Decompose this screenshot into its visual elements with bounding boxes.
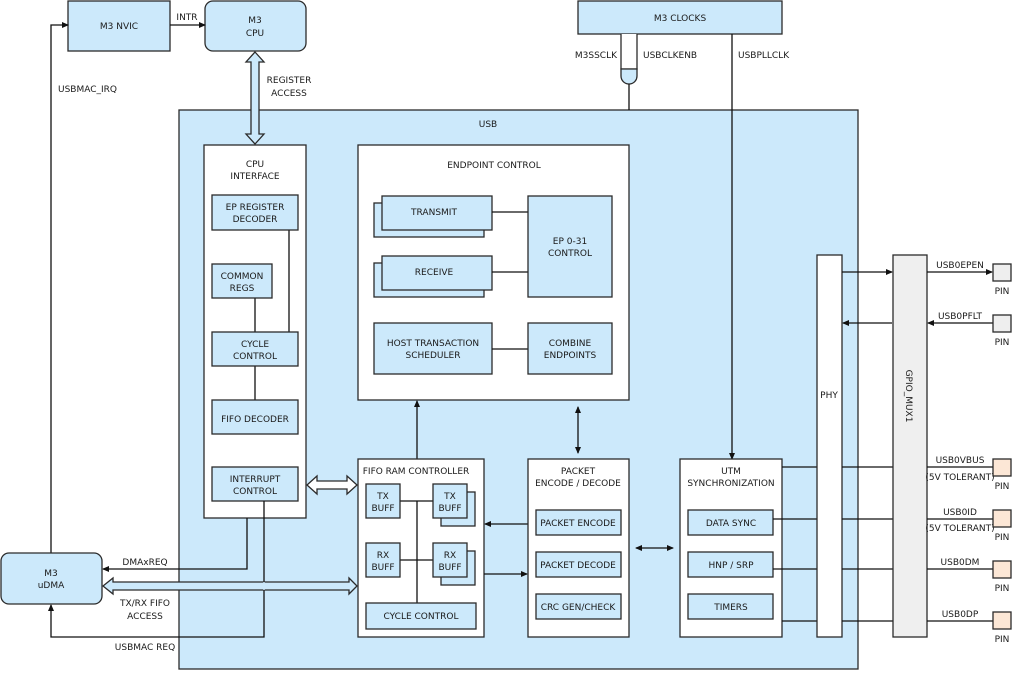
ep-control-label-1: EP 0-31 <box>553 237 587 247</box>
intr-label: INTR <box>176 13 197 23</box>
packet-title-2: ENCODE / DECODE <box>535 479 621 489</box>
cpu-interface-title-2: INTERFACE <box>230 172 279 182</box>
register-access-label-1: REGISTER <box>267 76 312 86</box>
combine-label-2: ENDPOINTS <box>544 351 597 361</box>
interrupt-control-label-2: CONTROL <box>233 487 277 497</box>
ep-register-decoder-label-1: EP REGISTER <box>226 203 285 213</box>
common-regs-label-2: REGS <box>230 284 255 294</box>
fifo-access-label-1: TX/RX FIFO <box>119 599 170 609</box>
pin-vbus-note: (5V TOLERANT) <box>925 473 994 483</box>
combine-label-1: COMBINE <box>549 339 592 349</box>
phy-label: PHY <box>820 391 838 401</box>
pin-pflt-signal: USB0PFLT <box>938 312 983 322</box>
fifo-decoder-label: FIFO DECODER <box>221 415 289 425</box>
pin-dp-pad <box>992 611 1012 630</box>
pin-dm-label: PIN <box>995 584 1010 594</box>
usb-title: USB <box>479 120 497 130</box>
cpu-interface-title-1: CPU <box>246 160 264 170</box>
tx-buff-2-label-2: BUFF <box>438 504 461 514</box>
host-sched-label-1: HOST TRANSACTION <box>387 339 479 349</box>
endpoint-control-title: ENDPOINT CONTROL <box>447 161 541 171</box>
usbmac-req-label: USBMAC REQ <box>115 643 175 653</box>
ep-register-decoder-label-2: DECODER <box>233 215 278 225</box>
rx-buff-1-label-2: BUFF <box>371 563 394 573</box>
pin-dm-signal: USB0DM <box>941 558 980 568</box>
pin-id-label: PIN <box>995 533 1010 543</box>
usbmac-irq-line <box>50 22 69 553</box>
data-sync-label: DATA SYNC <box>706 519 756 529</box>
pin-pflt-pad <box>992 314 1012 333</box>
hnp-srp-label: HNP / SRP <box>708 561 754 571</box>
phy-block <box>816 254 843 638</box>
gpio-mux1-label: GPIO_MUX1 <box>903 370 913 423</box>
tx-buff-1-label-1: TX <box>376 492 389 502</box>
m3-cpu-label-1: M3 <box>248 16 262 26</box>
pin-epen-label: PIN <box>995 287 1010 297</box>
crc-gen-check-label: CRC GEN/CHECK <box>541 603 617 613</box>
pin-id-pad <box>992 509 1012 528</box>
fifo-access-label-2: ACCESS <box>127 612 163 622</box>
usbmac-irq-label: USBMAC_IRQ <box>58 85 117 95</box>
m3-udma-label-2: uDMA <box>38 581 65 591</box>
ep-control-label-2: CONTROL <box>548 249 592 259</box>
m3-nvic-label: M3 NVIC <box>100 22 138 32</box>
fifo-ram-title: FIFO RAM CONTROLLER <box>363 467 470 477</box>
timers-label: TIMERS <box>713 603 748 613</box>
rx-buff-1-label-1: RX <box>377 551 389 561</box>
pin-pflt-label: PIN <box>995 338 1010 348</box>
cpu-cycle-control-label-2: CONTROL <box>233 352 277 362</box>
packet-title-1: PACKET <box>561 467 596 477</box>
m3-clocks-label: M3 CLOCKS <box>654 14 707 24</box>
packet-decode-label: PACKET DECODE <box>540 561 616 571</box>
tx-buff-1-label-2: BUFF <box>371 504 394 514</box>
common-regs-label-1: COMMON <box>221 272 264 282</box>
and-gate-body <box>620 68 638 85</box>
rx-buff-2-label-2: BUFF <box>438 563 461 573</box>
register-access-label-2: ACCESS <box>271 89 307 99</box>
pin-id-note: (5V TOLERANT) <box>925 524 994 534</box>
dmaxreq-label: DMAxREQ <box>122 558 167 568</box>
pin-dp-label: PIN <box>995 635 1010 645</box>
pin-vbus-label: PIN <box>995 482 1010 492</box>
pin-vbus-signal: USB0VBUS <box>936 456 985 466</box>
tx-buff-2-label-1: TX <box>443 492 456 502</box>
pin-vbus-pad <box>992 458 1012 477</box>
receive-label: RECEIVE <box>415 268 454 278</box>
gpio-mux1-block <box>892 254 928 638</box>
transmit-label: TRANSMIT <box>410 208 457 218</box>
interrupt-control-label-1: INTERRUPT <box>230 475 281 485</box>
host-sched-label-2: SCHEDULER <box>406 351 461 361</box>
usbpllclk-label: USBPLLCLK <box>738 51 790 61</box>
utm-title-1: UTM <box>721 467 741 477</box>
utm-title-2: SYNCHRONIZATION <box>687 479 774 489</box>
pin-epen-pad <box>992 263 1012 282</box>
pin-epen-signal: USB0EPEN <box>936 261 984 271</box>
pin-id-signal: USB0ID <box>943 508 977 518</box>
packet-encode-label: PACKET ENCODE <box>540 519 616 529</box>
m3-cpu-block <box>204 0 307 52</box>
m3-cpu-label-2: CPU <box>246 29 264 39</box>
fifo-cycle-control-label: CYCLE CONTROL <box>384 612 459 622</box>
and-gate-icon <box>620 34 638 70</box>
pin-dp-signal: USB0DP <box>942 610 979 620</box>
usb-block-diagram: USB M3 NVIC M3 CPU INTR USBMAC_IRQ REGIS… <box>0 0 1012 670</box>
pin-dm-pad <box>992 560 1012 579</box>
m3ssclk-label: M3SSCLK <box>575 51 618 61</box>
m3-udma-label-1: M3 <box>44 569 58 579</box>
rx-buff-2-label-1: RX <box>444 551 456 561</box>
usbclkenb-label: USBCLKENB <box>643 51 697 61</box>
cpu-cycle-control-label-1: CYCLE <box>241 340 269 350</box>
